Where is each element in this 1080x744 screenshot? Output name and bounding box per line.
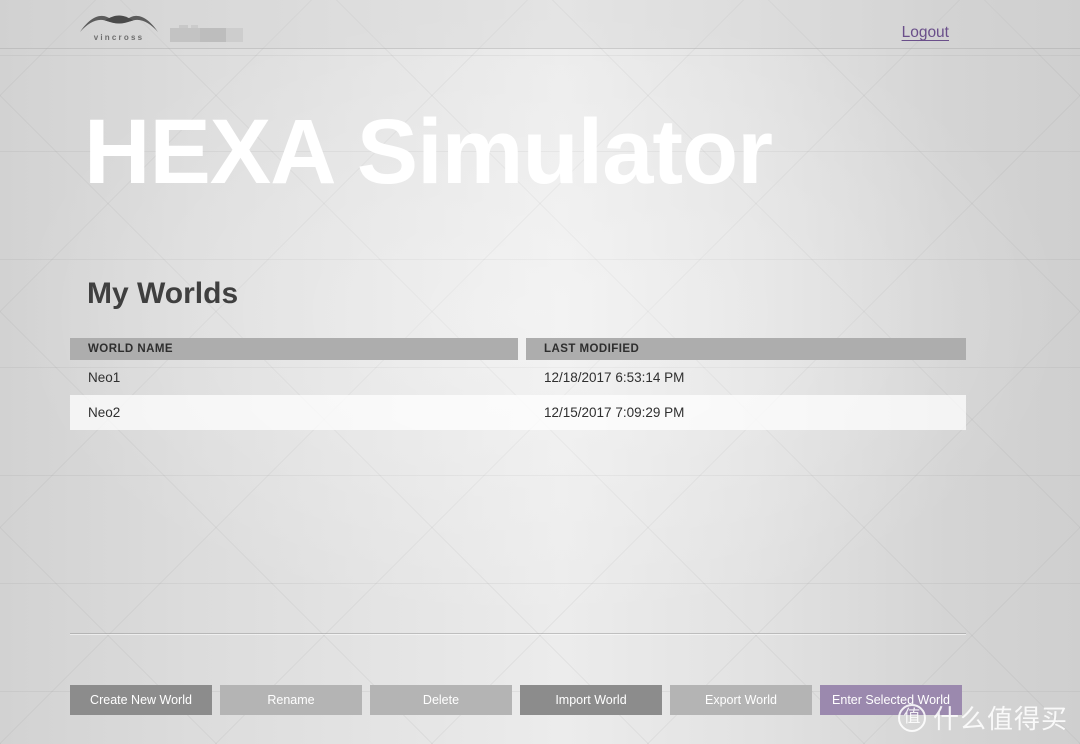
logout-link[interactable]: Logout: [902, 24, 949, 42]
cell-last-modified: 12/18/2017 6:53:14 PM: [544, 370, 685, 385]
vincross-bird-logo-icon: [80, 15, 158, 32]
cell-world-name: Neo2: [88, 405, 121, 420]
content-divider: [70, 633, 966, 634]
page-title: HEXA Simulator: [84, 101, 773, 203]
section-title-my-worlds: My Worlds: [87, 277, 239, 310]
bottom-toolbar: Create New World Rename Delete Import Wo…: [70, 685, 966, 715]
cell-last-modified: 12/15/2017 7:09:29 PM: [544, 405, 685, 420]
account-name-redacted: [170, 25, 243, 42]
import-world-button[interactable]: Import World: [520, 685, 662, 715]
delete-button[interactable]: Delete: [370, 685, 512, 715]
column-header-last-modified[interactable]: LAST MODIFIED: [526, 338, 966, 360]
brand-logo[interactable]: vincross: [78, 10, 160, 46]
table-row[interactable]: Neo2 12/15/2017 7:09:29 PM: [70, 395, 966, 430]
enter-selected-world-button[interactable]: Enter Selected World: [820, 685, 962, 715]
table-header-row: WORLD NAME LAST MODIFIED: [70, 338, 966, 360]
top-header-bar: vincross Logout: [0, 0, 1080, 49]
worlds-table: WORLD NAME LAST MODIFIED Neo1 12/18/2017 …: [70, 338, 966, 430]
brand-wordmark: vincross: [93, 33, 145, 42]
export-world-button[interactable]: Export World: [670, 685, 812, 715]
table-body: Neo1 12/18/2017 6:53:14 PM Neo2 12/15/2017 …: [70, 360, 966, 430]
column-header-world-name[interactable]: WORLD NAME: [70, 338, 518, 360]
create-new-world-button[interactable]: Create New World: [70, 685, 212, 715]
rename-button[interactable]: Rename: [220, 685, 362, 715]
table-row[interactable]: Neo1 12/18/2017 6:53:14 PM: [70, 360, 966, 395]
app-root: vincross Logout HEXA Simulator My Worlds…: [0, 0, 1080, 744]
cell-world-name: Neo1: [88, 370, 121, 385]
